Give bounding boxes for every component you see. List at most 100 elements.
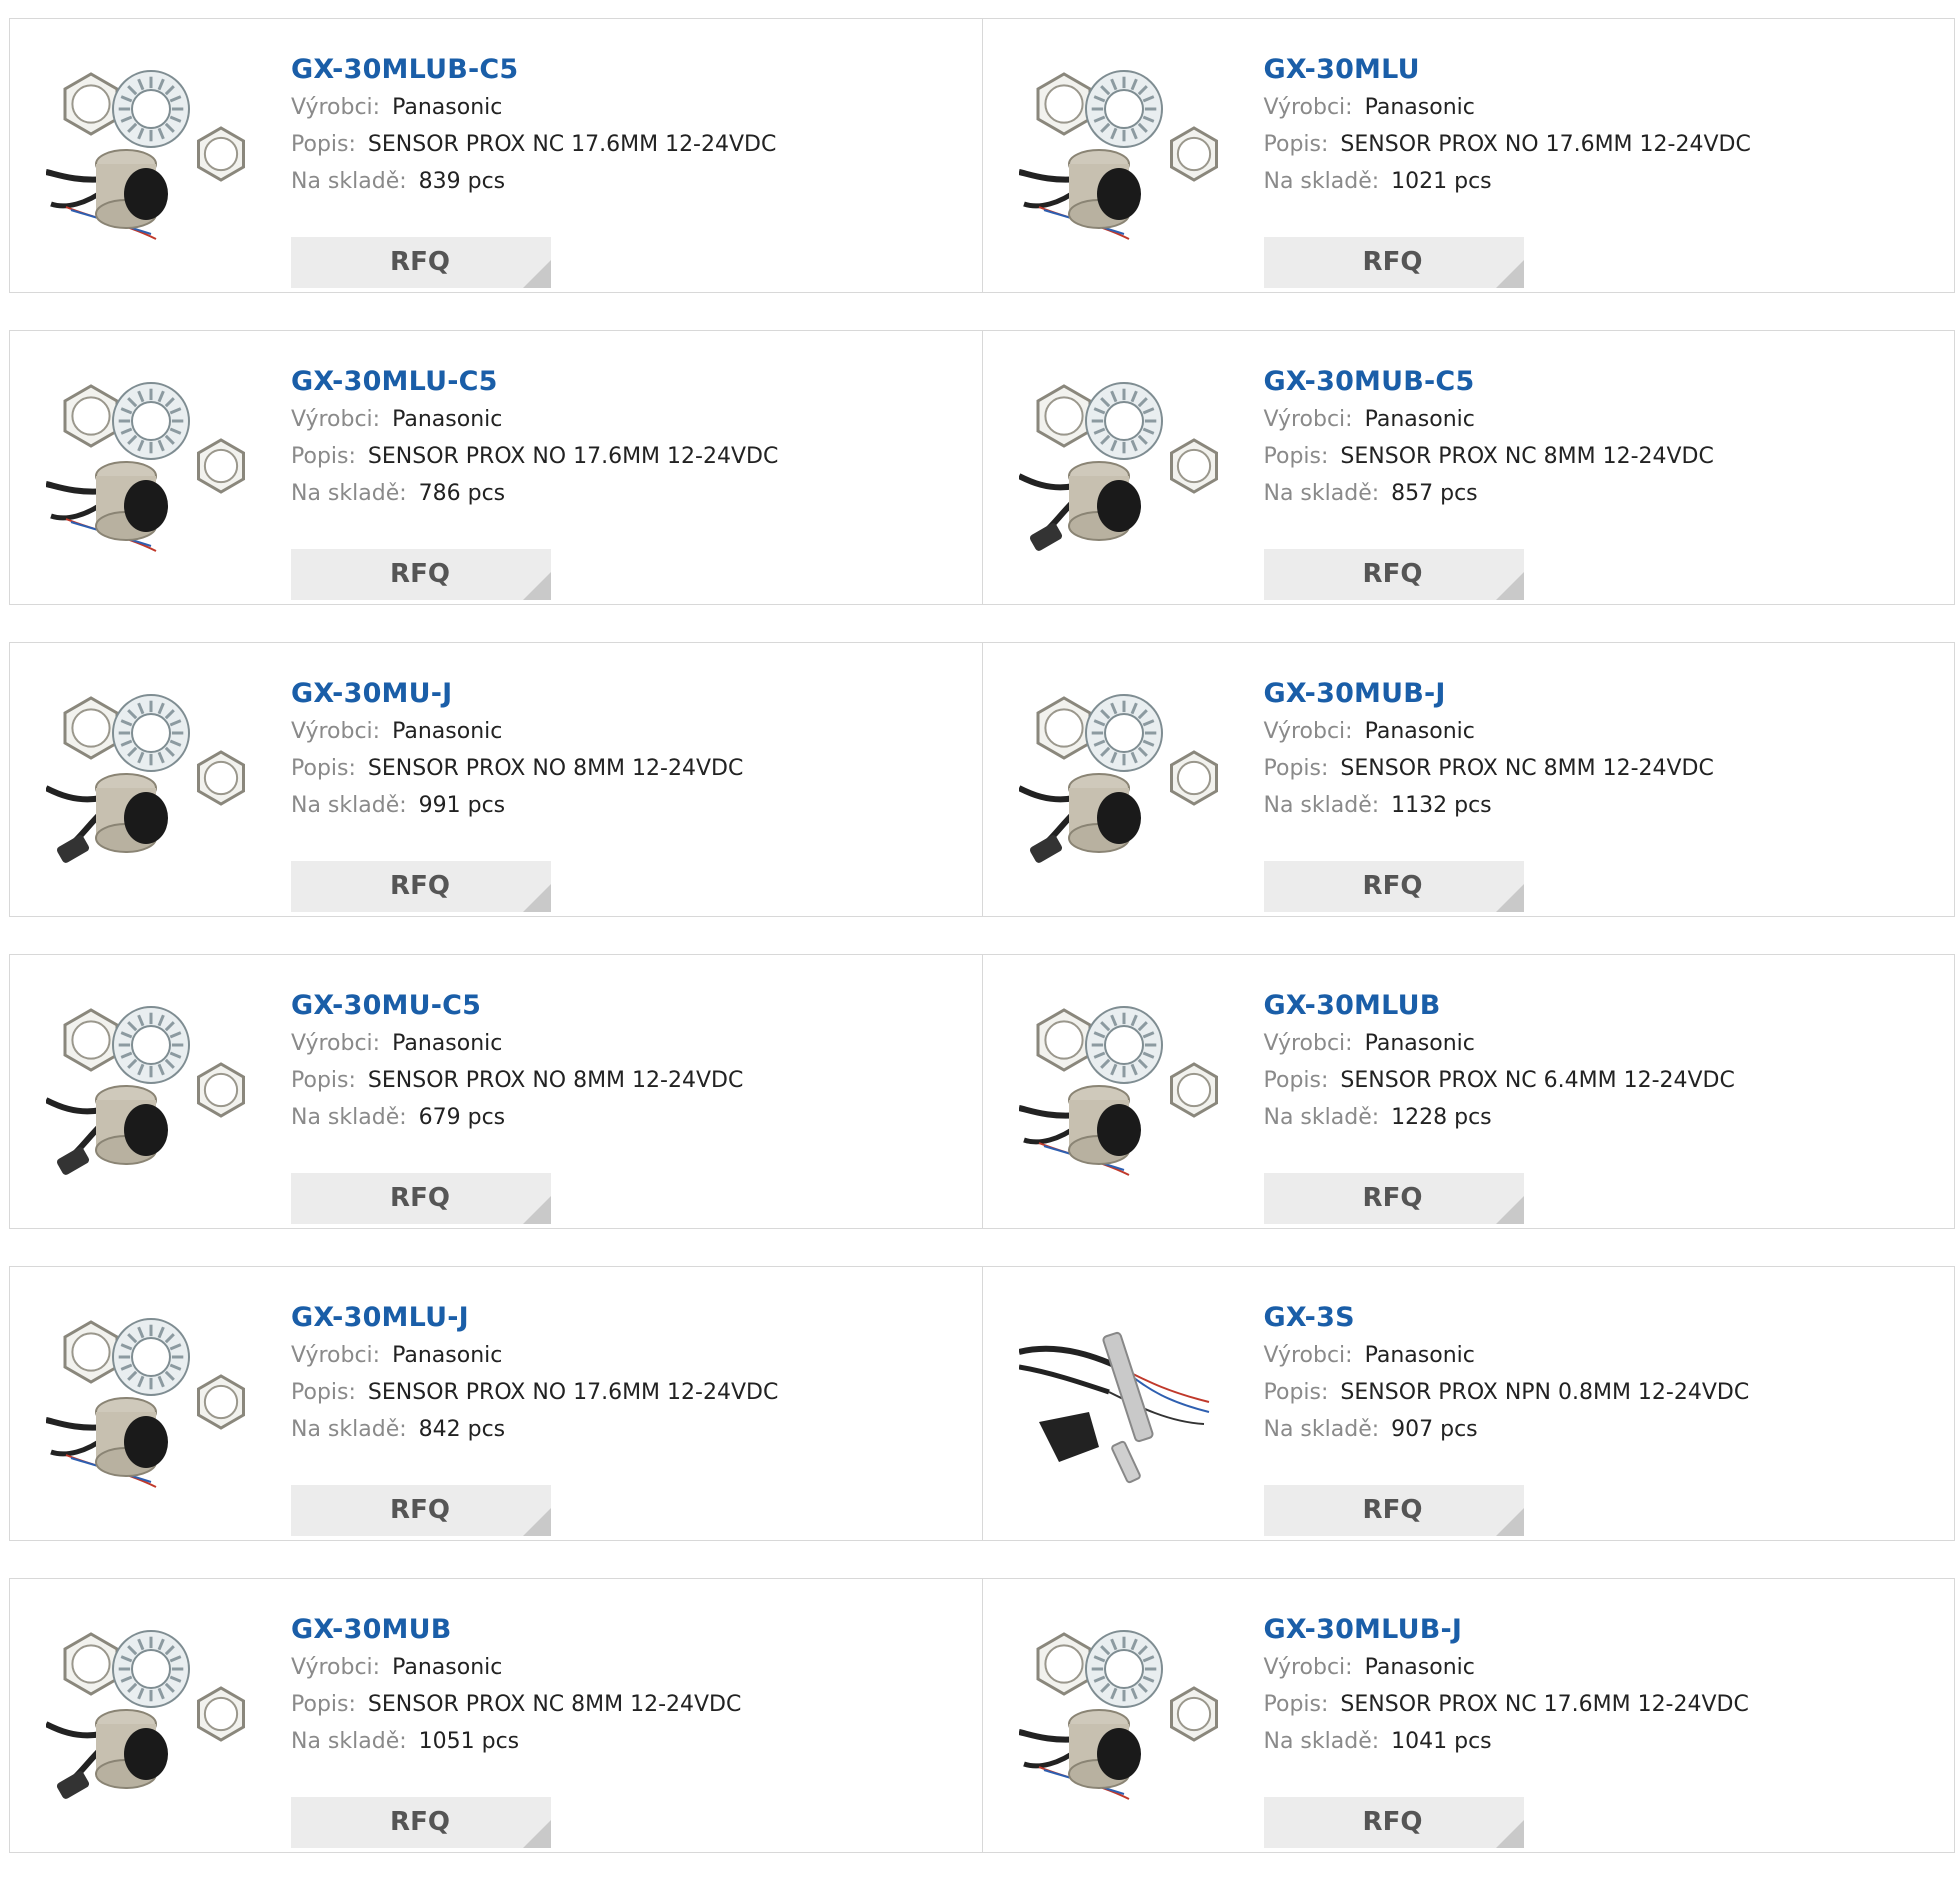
stock-label: Na skladě: xyxy=(291,169,407,194)
rfq-button-label: RFQ xyxy=(390,247,450,277)
part-number-link[interactable]: GX-30MLU-J xyxy=(291,1299,778,1337)
corner-triangle-icon xyxy=(523,1820,551,1848)
product-info: GX-30MUB-C5 Výrobci:Panasonic Popis:SENS… xyxy=(1264,363,1714,512)
description-row: Popis:SENSOR PROX NO 17.6MM 12-24VDC xyxy=(291,1374,778,1411)
product-image[interactable] xyxy=(1019,688,1229,868)
product-info: GX-30MUB Výrobci:Panasonic Popis:SENSOR … xyxy=(291,1611,741,1760)
description-row: Popis:SENSOR PROX NC 17.6MM 12-24VDC xyxy=(291,126,776,163)
stock-label: Na skladě: xyxy=(291,1729,407,1754)
description-value: SENSOR PROX NC 8MM 12-24VDC xyxy=(1340,444,1713,469)
rfq-button[interactable]: RFQ xyxy=(1264,1173,1524,1224)
stock-value: 991 pcs xyxy=(419,793,506,818)
rfq-button[interactable]: RFQ xyxy=(1264,861,1524,912)
description-label: Popis: xyxy=(1264,1692,1329,1717)
product-card: GX-30MLUB-J Výrobci:Panasonic Popis:SENS… xyxy=(983,1578,1955,1853)
description-row: Popis:SENSOR PROX NPN 0.8MM 12-24VDC xyxy=(1264,1374,1750,1411)
rfq-button[interactable]: RFQ xyxy=(291,1173,551,1224)
manufacturer-value: Panasonic xyxy=(392,719,502,744)
manufacturer-row: Výrobci: Panasonic xyxy=(291,1337,778,1374)
part-number-link[interactable]: GX-30MUB-C5 xyxy=(1264,363,1714,401)
product-image[interactable] xyxy=(46,64,256,244)
description-row: Popis:SENSOR PROX NO 8MM 12-24VDC xyxy=(291,1062,743,1099)
rfq-button[interactable]: RFQ xyxy=(1264,1485,1524,1536)
corner-triangle-icon xyxy=(1496,1820,1524,1848)
part-number-link[interactable]: GX-30MU-C5 xyxy=(291,987,743,1025)
rfq-button[interactable]: RFQ xyxy=(1264,237,1524,288)
rfq-button[interactable]: RFQ xyxy=(291,861,551,912)
rfq-button[interactable]: RFQ xyxy=(291,237,551,288)
corner-triangle-icon xyxy=(1496,884,1524,912)
manufacturer-label: Výrobci: xyxy=(291,1343,380,1368)
rfq-button[interactable]: RFQ xyxy=(1264,1797,1524,1848)
corner-triangle-icon xyxy=(523,1196,551,1224)
product-card: GX-30MLUB-C5 Výrobci: Panasonic Popis:SEN… xyxy=(9,18,983,293)
product-info: GX-30MUB-J Výrobci:Panasonic Popis:SENSO… xyxy=(1264,675,1714,824)
manufacturer-value: Panasonic xyxy=(392,95,502,120)
rfq-button[interactable]: RFQ xyxy=(1264,549,1524,600)
rfq-button[interactable]: RFQ xyxy=(291,1485,551,1536)
corner-triangle-icon xyxy=(1496,260,1524,288)
rfq-button-label: RFQ xyxy=(390,1183,450,1213)
rfq-button-label: RFQ xyxy=(390,1807,450,1837)
rfq-button-label: RFQ xyxy=(390,871,450,901)
corner-triangle-icon xyxy=(523,1508,551,1536)
description-value: SENSOR PROX NO 8MM 12-24VDC xyxy=(368,1068,743,1093)
product-image[interactable] xyxy=(46,1000,256,1180)
product-info: GX-3S Výrobci:Panasonic Popis:SENSOR PRO… xyxy=(1264,1299,1750,1448)
part-number-link[interactable]: GX-30MU-J xyxy=(291,675,743,713)
product-info: GX-30MLU-J Výrobci: Panasonic Popis:SENSO… xyxy=(291,1299,778,1448)
manufacturer-label: Výrobci: xyxy=(1264,719,1353,744)
part-number-link[interactable]: GX-30MLUB xyxy=(1264,987,1735,1025)
manufacturer-label: Výrobci: xyxy=(291,1031,380,1056)
description-value: SENSOR PROX NC 17.6MM 12-24VDC xyxy=(368,132,776,157)
product-image[interactable] xyxy=(46,688,256,868)
rfq-button[interactable]: RFQ xyxy=(291,1797,551,1848)
product-image[interactable] xyxy=(46,1624,256,1804)
product-row: GX-30MU-C5 Výrobci:Panasonic Popis:SENSO… xyxy=(9,954,1955,1229)
manufacturer-row: Výrobci: Panasonic xyxy=(291,89,776,126)
stock-row: Na skladě:907 pcs xyxy=(1264,1411,1750,1448)
product-card: GX-30MUB Výrobci:Panasonic Popis:SENSOR … xyxy=(9,1578,983,1853)
description-value: SENSOR PROX NPN 0.8MM 12-24VDC xyxy=(1340,1380,1749,1405)
rfq-button[interactable]: RFQ xyxy=(291,549,551,600)
description-label: Popis: xyxy=(291,1380,356,1405)
part-number-link[interactable]: GX-30MLUB-J xyxy=(1264,1611,1749,1649)
product-image[interactable] xyxy=(46,1312,256,1492)
part-number-link[interactable]: GX-30MLUB-C5 xyxy=(291,51,776,89)
part-number-link[interactable]: GX-3S xyxy=(1264,1299,1750,1337)
product-card: GX-30MLU-C5 Výrobci:Panasonic Popis:SENS… xyxy=(9,330,983,605)
stock-row: Na skladě:1132 pcs xyxy=(1264,787,1714,824)
stock-row: Na skladě:1051 pcs xyxy=(291,1723,741,1760)
manufacturer-value: Panasonic xyxy=(1365,1031,1475,1056)
product-image[interactable] xyxy=(46,376,256,556)
product-card: GX-30MUB-J Výrobci:Panasonic Popis:SENSO… xyxy=(983,642,1955,917)
cylinder-sensor-connector-icon xyxy=(46,1000,256,1180)
corner-triangle-icon xyxy=(523,260,551,288)
description-row: Popis:SENSOR PROX NC 8MM 12-24VDC xyxy=(291,1686,741,1723)
product-image[interactable] xyxy=(1019,64,1229,244)
rfq-button-label: RFQ xyxy=(390,1495,450,1525)
part-number-link[interactable]: GX-30MLU xyxy=(1264,51,1751,89)
manufacturer-label: Výrobci: xyxy=(291,407,380,432)
stock-label: Na skladě: xyxy=(1264,169,1380,194)
stock-row: Na skladě:991 pcs xyxy=(291,787,743,824)
part-number-link[interactable]: GX-30MUB-J xyxy=(1264,675,1714,713)
description-label: Popis: xyxy=(1264,1068,1329,1093)
stock-label: Na skladě: xyxy=(1264,1105,1380,1130)
part-number-link[interactable]: GX-30MLU-C5 xyxy=(291,363,778,401)
description-row: Popis:SENSOR PROX NC 8MM 12-24VDC xyxy=(1264,438,1714,475)
product-row: GX-30MLU-J Výrobci:Panasonic Popis:SENSO… xyxy=(9,1266,1955,1541)
product-grid: GX-30MLUB-C5 Výrobci:Panasonic Popis:SEN… xyxy=(9,18,1955,1890)
stock-label: Na skladě: xyxy=(1264,1417,1380,1442)
corner-triangle-icon xyxy=(523,572,551,600)
product-row: GX-30MUB Výrobci:Panasonic Popis:SENSOR … xyxy=(9,1578,1955,1853)
product-image[interactable] xyxy=(1019,1000,1229,1180)
manufacturer-label: Výrobci: xyxy=(291,95,380,120)
product-image[interactable] xyxy=(1019,1624,1229,1804)
part-number-link[interactable]: GX-30MUB xyxy=(291,1611,741,1649)
product-image[interactable] xyxy=(1019,376,1229,556)
stock-value: 842 pcs xyxy=(419,1417,506,1442)
manufacturer-label: Výrobci: xyxy=(291,719,380,744)
manufacturer-value: Panasonic xyxy=(392,1343,502,1368)
product-image[interactable] xyxy=(1019,1312,1229,1492)
